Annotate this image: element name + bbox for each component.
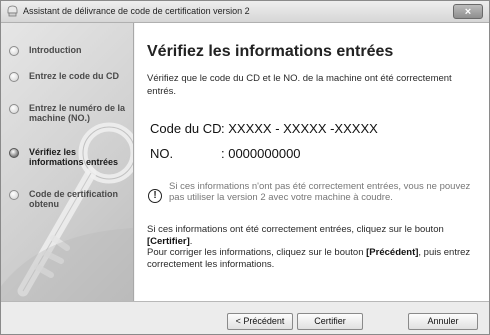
- cancel-button[interactable]: Annuler: [408, 313, 478, 330]
- title-bar[interactable]: Assistant de délivrance de code de certi…: [1, 1, 489, 23]
- step-label: Code de certification obtenu: [29, 189, 119, 209]
- instruction-line2: Pour corriger les informations, cliquez …: [147, 247, 364, 258]
- step-label: Entrez le code du CD: [29, 71, 120, 81]
- instruction-line1-end: .: [189, 235, 193, 247]
- warning-text: Si ces informations n'ont pas été correc…: [169, 181, 471, 203]
- step-label: Introduction: [29, 45, 82, 55]
- machine-number-value: : 0000000000: [221, 146, 301, 161]
- previous-button[interactable]: < Précédent: [227, 313, 293, 330]
- step-label: Entrez le numéro de la machine (NO.): [29, 103, 126, 123]
- intro-text: Vérifiez que le code du CD et le NO. de …: [147, 73, 452, 97]
- main-content: Vérifiez les informations entrées Vérifi…: [135, 23, 489, 301]
- step-label: Vérifiez les informations entrées: [29, 147, 119, 167]
- button-bar: < Précédent Certifier Annuler: [1, 301, 489, 334]
- wizard-window: Assistant de délivrance de code de certi…: [0, 0, 490, 335]
- close-button[interactable]: ×: [453, 4, 483, 19]
- cd-code-value: : XXXXX - XXXXX -XXXXX: [221, 121, 378, 136]
- step-indicator-icon: [9, 72, 19, 82]
- step-indicator-icon: [9, 46, 19, 56]
- certify-button[interactable]: Certifier: [297, 313, 363, 330]
- certify-keyword: [Certifier]: [147, 235, 190, 247]
- machine-number-label: NO.: [150, 146, 174, 161]
- instruction-line1: Si ces informations ont été correctement…: [147, 224, 444, 235]
- instructions-text: Si ces informations ont été correctement…: [147, 224, 487, 270]
- window-title: Assistant de délivrance de code de certi…: [23, 6, 250, 16]
- cd-code-label: Code du CD: [150, 121, 222, 136]
- previous-keyword: [Précédent]: [366, 247, 419, 258]
- warning-icon: !: [148, 189, 162, 203]
- step-indicator-active-icon: [9, 148, 19, 158]
- step-indicator-icon: [9, 104, 19, 114]
- close-icon: ×: [464, 6, 472, 18]
- step-indicator-icon: [9, 190, 19, 200]
- steps-sidebar: Introduction Entrez le code du CD Entrez…: [1, 23, 134, 301]
- app-icon: [7, 5, 18, 17]
- page-title: Vérifiez les informations entrées: [147, 43, 394, 60]
